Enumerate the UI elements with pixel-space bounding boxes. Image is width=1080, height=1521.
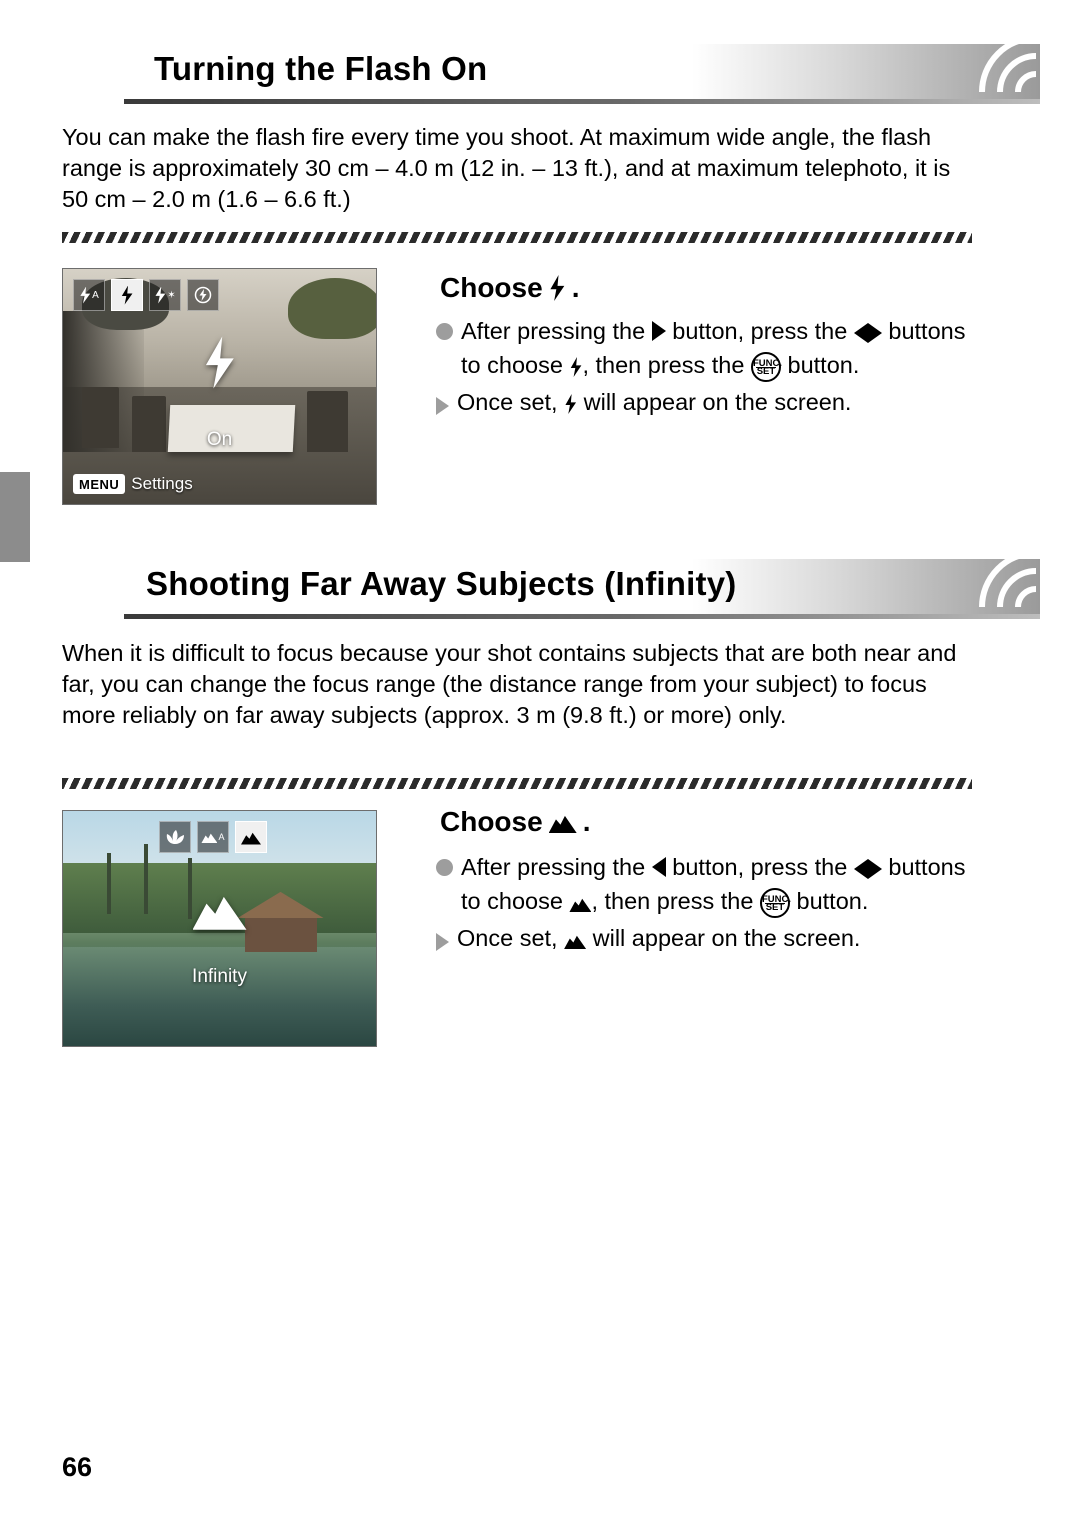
flash-large-indicator-icon [203, 336, 237, 390]
step-text-part2: button, press the [672, 854, 848, 880]
flash-mode-label: On [206, 428, 233, 450]
func-set-button-icon: FUNC. SET [759, 888, 791, 918]
page-number: 66 [62, 1452, 93, 1482]
flash-auto-icon[interactable]: A [73, 279, 105, 311]
menu-hint-row[interactable]: MENU Settings [73, 474, 193, 494]
step-list-infinity: After pressing the button, press the but… [436, 851, 966, 954]
page-title-infinity: Shooting Far Away Subjects (Infinity) [146, 565, 737, 602]
focus-range-icon-bar[interactable]: A [159, 821, 267, 853]
step-text-part5: button. [787, 352, 860, 378]
infinity-icon[interactable] [235, 821, 267, 853]
infinity-icon [564, 935, 587, 949]
flash-off-icon[interactable] [187, 279, 219, 311]
focus-range-label: Infinity [192, 966, 247, 988]
step-title-flash: Choose . [440, 272, 579, 304]
step-title-text-infinity: Choose [440, 806, 543, 837]
step-text-part2: button, press the [672, 318, 848, 344]
step-text-part5: button. [796, 888, 869, 914]
section-heading-flash: Turning the Flash On [124, 36, 1040, 104]
slow-sync-icon[interactable]: ✶ [149, 279, 181, 311]
heading-arc-decoration [916, 36, 1036, 100]
section-body-infinity: When it is difficult to focus because yo… [62, 640, 957, 728]
infinity-icon [548, 815, 577, 833]
screenshot-chair-left [81, 386, 120, 448]
left-right-arrow-buttons-icon [853, 853, 882, 885]
triangle-bullet-icon [436, 397, 449, 415]
normal-af-icon[interactable]: A [197, 821, 229, 853]
section-heading-infinity: Shooting Far Away Subjects (Infinity) [124, 551, 1040, 619]
step-text-part1: After pressing the [461, 854, 646, 880]
flash-icon [550, 275, 565, 301]
heading-underline [124, 614, 1040, 619]
step-title-infinity: Choose . [440, 806, 590, 838]
flash-icon [570, 357, 582, 377]
step-bullet-flash: After pressing the button, press the but… [436, 315, 966, 382]
flash-icon [565, 394, 577, 414]
infinity-large-indicator-icon [192, 888, 247, 932]
screenshot-chair-right [307, 391, 348, 453]
heading-arc-decoration [916, 551, 1036, 615]
step-text-part1: After pressing the [461, 318, 646, 344]
screenshot-foliage [288, 278, 376, 340]
flash-mode-icon-bar[interactable]: A ✶ [73, 279, 219, 311]
left-arrow-button-icon [651, 857, 666, 877]
triangle-bullet-icon [436, 933, 449, 951]
screenshot-palm-2 [144, 843, 149, 915]
menu-hint-label: Settings [131, 474, 193, 493]
step-title-period-infinity: . [582, 806, 591, 837]
dashed-separator-1 [62, 232, 972, 243]
step-title-text-flash: Choose [440, 272, 543, 303]
step-bullet-infinity: After pressing the button, press the but… [436, 851, 966, 918]
set-label: SET [756, 365, 776, 377]
page-title-flash: Turning the Flash On [154, 50, 488, 87]
bullet-dot-icon [436, 859, 453, 876]
bullet-dot-icon [436, 323, 453, 340]
step-result-flash: Once set, will appear on the screen. [436, 386, 966, 418]
step-list-flash: After pressing the button, press the but… [436, 315, 966, 418]
result-text-part1: Once set, [457, 389, 558, 415]
step-title-period-flash: . [571, 272, 580, 303]
screenshot-chair-left2 [131, 395, 167, 453]
flash-mode-screenshot: A ✶ On MENU Settings [62, 268, 377, 505]
screenshot-water [63, 947, 376, 1046]
dashed-separator-2 [62, 778, 972, 789]
screenshot-hut [244, 914, 317, 952]
flash-on-icon[interactable] [111, 279, 143, 311]
focus-range-screenshot: A Infinity [62, 810, 377, 1047]
left-right-arrow-buttons-icon [853, 317, 882, 349]
screenshot-palm-1 [106, 853, 111, 915]
page-side-tab [0, 472, 30, 562]
func-set-button-icon: FUNC. SET [750, 352, 782, 382]
result-text-part1: Once set, [457, 925, 558, 951]
step-text-part4: , then press the [591, 888, 754, 914]
heading-underline [124, 99, 1040, 104]
right-arrow-button-icon [651, 321, 666, 341]
infinity-icon [569, 898, 592, 912]
menu-badge[interactable]: MENU [73, 474, 126, 494]
result-text-part2: will appear on the screen. [583, 389, 852, 415]
macro-icon[interactable] [159, 821, 191, 853]
step-result-infinity: Once set, will appear on the screen. [436, 922, 966, 954]
section-body-flash: You can make the flash fire every time y… [62, 124, 951, 212]
set-label: SET [765, 901, 785, 913]
result-text-part2: will appear on the screen. [592, 925, 861, 951]
step-text-part4: , then press the [582, 352, 745, 378]
